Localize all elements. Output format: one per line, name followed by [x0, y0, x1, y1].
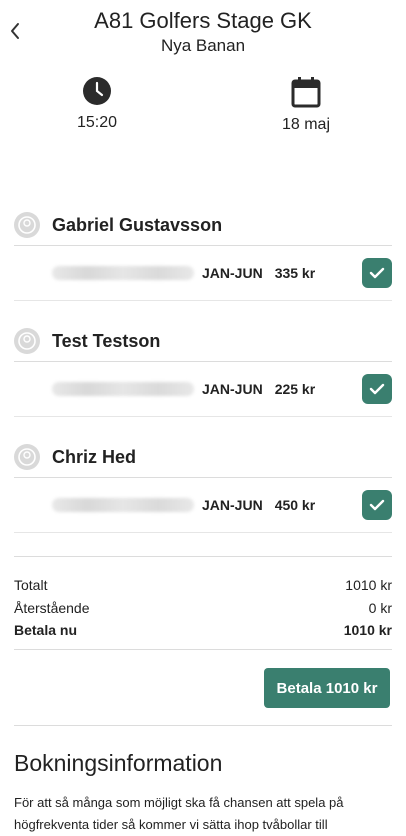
player-list: Gabriel Gustavsson JAN-JUN 335 kr Test T… — [14, 205, 392, 553]
fee-period: JAN-JUN — [202, 381, 263, 397]
remaining-value: 0 kr — [368, 599, 392, 616]
fee-price: 225 kr — [274, 381, 316, 397]
fee-price: 335 kr — [274, 265, 316, 281]
avatar — [14, 212, 40, 238]
page-title: A81 Golfers Stage GK — [94, 8, 312, 33]
player-card: Chriz Hed JAN-JUN 450 kr — [14, 437, 392, 553]
calendar-icon — [291, 77, 321, 108]
header: A81 Golfers Stage GK Nya Banan — [0, 0, 406, 64]
total-value: 1010 kr — [345, 577, 392, 594]
player-card: Test Testson JAN-JUN 225 kr — [14, 321, 392, 437]
fee-description-redacted — [52, 382, 194, 396]
avatar — [14, 328, 40, 354]
fee-row: JAN-JUN 450 kr — [14, 478, 392, 533]
divider — [14, 725, 392, 726]
user-icon — [18, 216, 36, 234]
user-icon — [18, 448, 36, 466]
total-label: Totalt — [14, 577, 48, 594]
fee-description-redacted — [52, 266, 194, 280]
player-header: Test Testson — [14, 321, 392, 362]
player-header: Gabriel Gustavsson — [14, 205, 392, 246]
booking-info-heading: Bokningsinformation — [14, 750, 223, 776]
player-card: Gabriel Gustavsson JAN-JUN 335 kr — [14, 205, 392, 321]
fee-price: 450 kr — [274, 497, 316, 513]
fee-checkbox[interactable] — [362, 374, 392, 404]
clock-icon — [83, 77, 111, 105]
remaining-label: Återstående — [14, 599, 90, 616]
player-name: Chriz Hed — [52, 446, 137, 467]
totals-summary: Totalt 1010 kr Återstående 0 kr Betala n… — [14, 574, 392, 642]
booking-meta: 15:20 18 maj — [0, 76, 406, 146]
player-name: Gabriel Gustavsson — [52, 214, 223, 235]
date-info: 18 maj — [246, 76, 366, 134]
total-row: Totalt 1010 kr — [14, 574, 392, 597]
time-info: 15:20 — [37, 76, 157, 132]
remaining-row: Återstående 0 kr — [14, 597, 392, 620]
fee-checkbox[interactable] — [362, 258, 392, 288]
player-name: Test Testson — [52, 330, 161, 351]
divider — [14, 556, 392, 557]
pay-now-label: Betala nu — [14, 622, 78, 639]
fee-description-redacted — [52, 498, 194, 512]
course-name: Nya Banan — [160, 36, 246, 55]
checkmark-icon — [369, 267, 385, 279]
time-label: 15:20 — [76, 114, 118, 131]
fee-checkbox[interactable] — [362, 490, 392, 520]
checkmark-icon — [369, 383, 385, 395]
avatar — [14, 444, 40, 470]
pay-button[interactable]: Betala 1010 kr — [264, 668, 390, 708]
pay-now-row: Betala nu 1010 kr — [14, 619, 392, 642]
fee-period: JAN-JUN — [202, 497, 263, 513]
booking-info-text: För att så många som möjligt ska få chan… — [14, 795, 344, 832]
date-label: 18 maj — [281, 116, 331, 133]
checkmark-icon — [369, 499, 385, 511]
player-header: Chriz Hed — [14, 437, 392, 478]
fee-row: JAN-JUN 335 kr — [14, 246, 392, 301]
user-icon — [18, 332, 36, 350]
fee-row: JAN-JUN 225 kr — [14, 362, 392, 417]
pay-now-value: 1010 kr — [343, 622, 392, 639]
fee-period: JAN-JUN — [202, 265, 263, 281]
divider — [14, 649, 392, 650]
